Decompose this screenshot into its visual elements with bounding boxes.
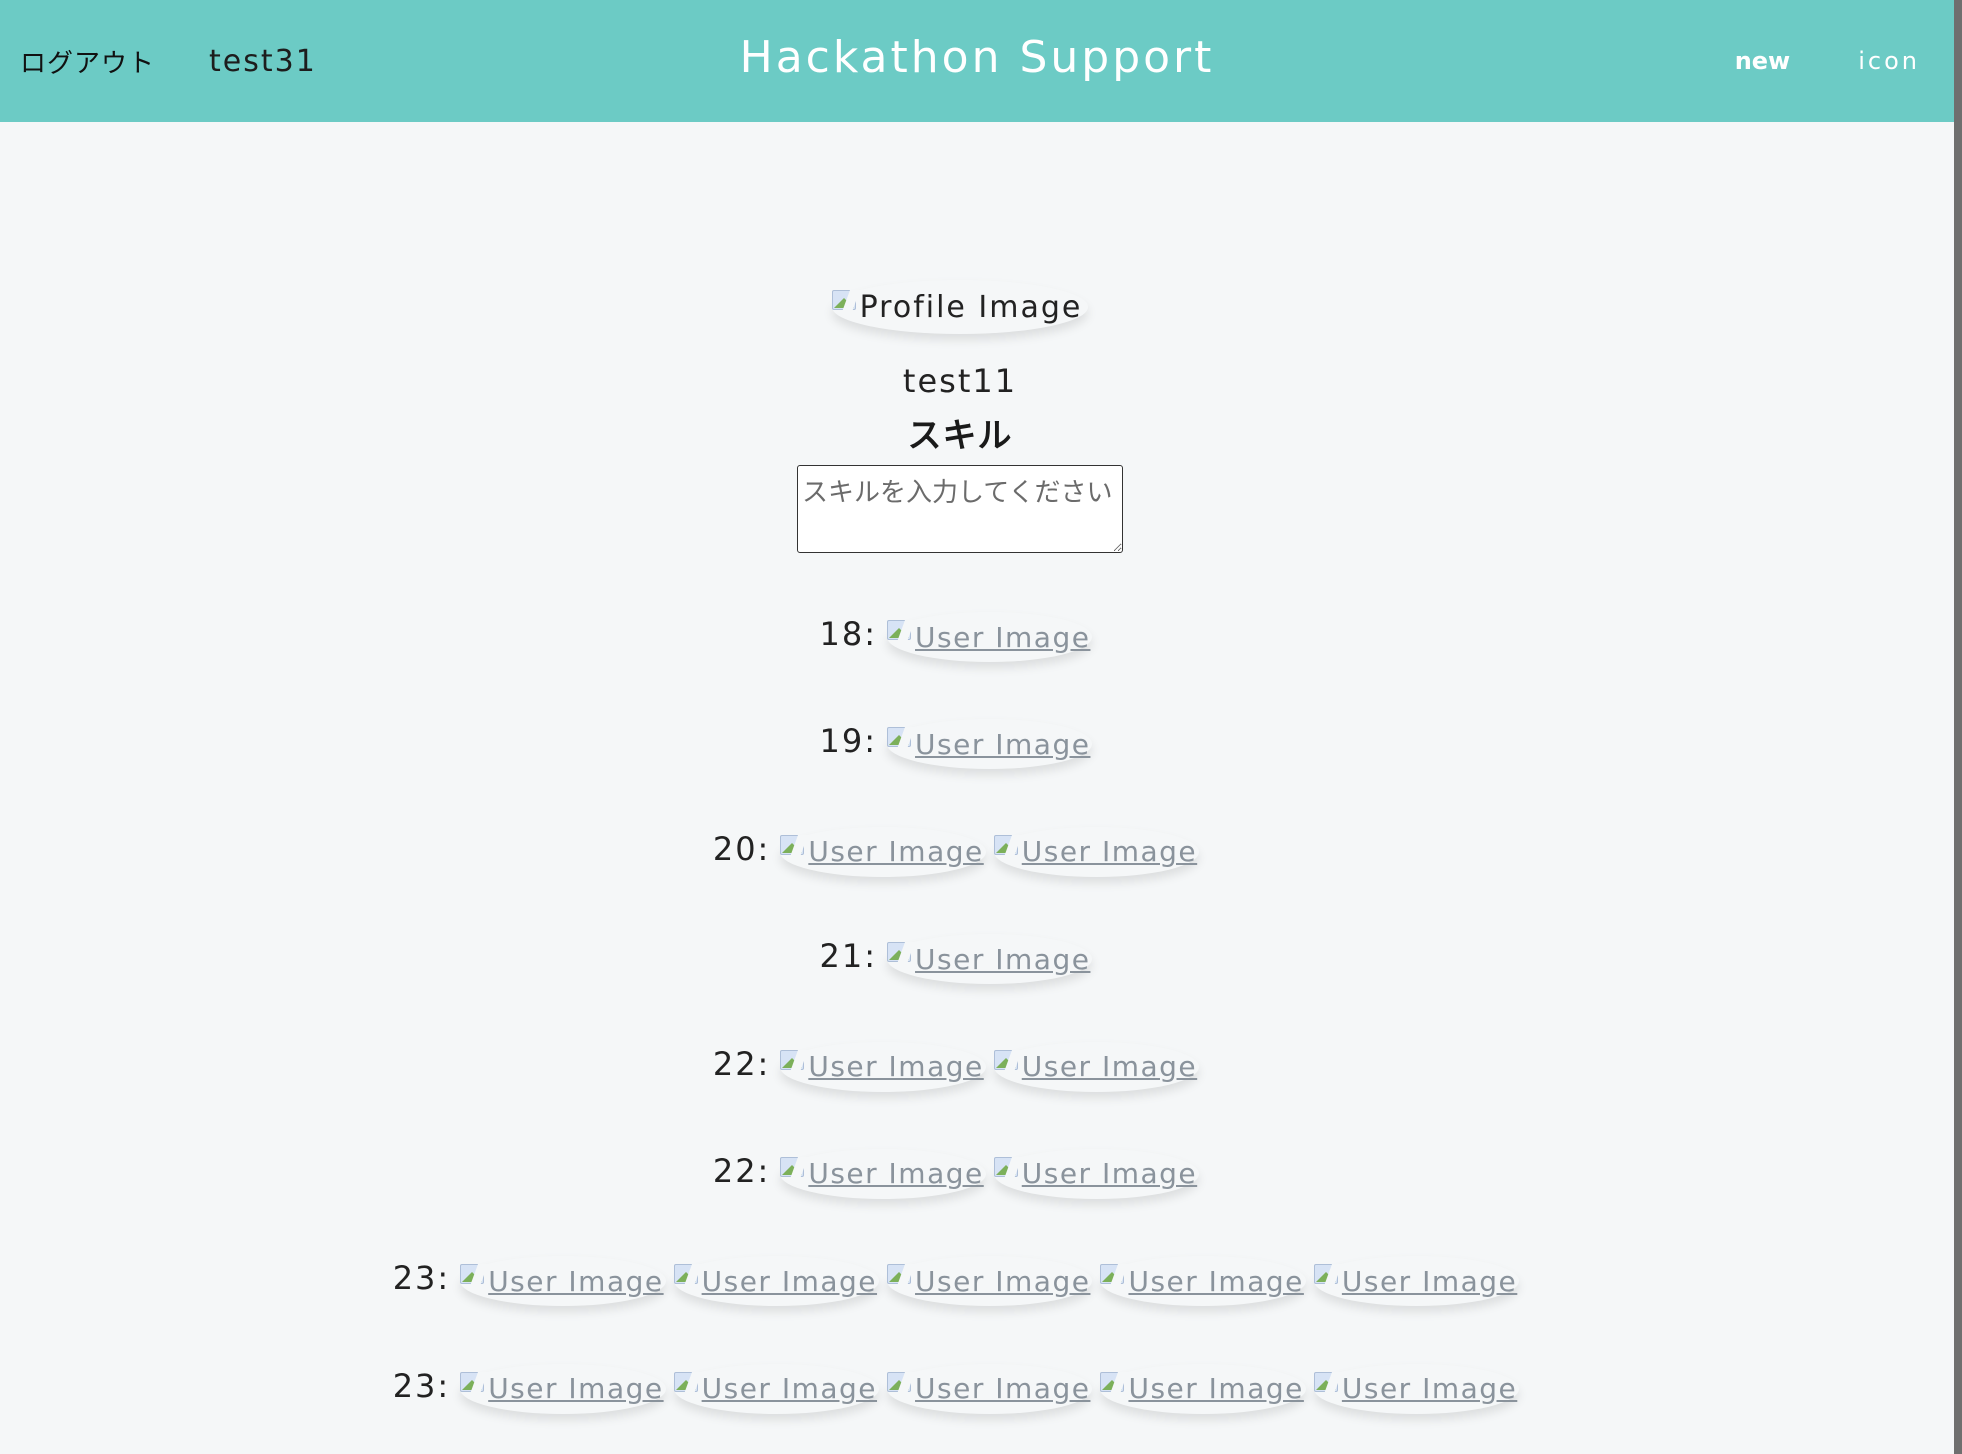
- broken-image-icon: [887, 1264, 916, 1287]
- user-image-link[interactable]: User Image: [887, 1364, 1092, 1414]
- broken-image-icon: [1100, 1371, 1129, 1394]
- user-image-alt-text: User Image: [808, 1157, 984, 1191]
- logout-link[interactable]: ログアウト: [20, 43, 155, 80]
- user-image-alt-text: User Image: [701, 1372, 878, 1406]
- broken-image-icon: [780, 1049, 809, 1072]
- broken-image-icon: [1100, 1264, 1129, 1287]
- broken-image-icon: [887, 620, 916, 642]
- skill-input[interactable]: [797, 465, 1123, 553]
- user-image-link[interactable]: User Image: [993, 1149, 1199, 1199]
- day-row: 21: User Image: [0, 926, 1920, 1033]
- user-image-link[interactable]: User Image: [993, 1042, 1199, 1092]
- day-label: 18:: [819, 615, 878, 653]
- day-label: 23:: [392, 1259, 451, 1298]
- user-image-link[interactable]: User Image: [887, 612, 1092, 662]
- current-username: test31: [209, 43, 317, 79]
- top-nav-bar: ログアウト test31 Hackathon Support new icon: [0, 0, 1954, 122]
- day-label: 23:: [392, 1366, 451, 1405]
- profile-section: Profile Image test11 スキル: [0, 280, 1920, 553]
- broken-image-icon: [673, 1371, 702, 1394]
- broken-image-icon: [1313, 1264, 1342, 1287]
- user-image-link[interactable]: User Image: [673, 1256, 879, 1306]
- user-image-link[interactable]: User Image: [460, 1256, 665, 1306]
- user-image-alt-text: User Image: [1128, 1372, 1304, 1406]
- header-right-group: new icon: [1735, 0, 1920, 122]
- broken-image-icon: [673, 1264, 702, 1287]
- user-image-alt-text: User Image: [915, 620, 1091, 654]
- broken-image-icon: [831, 290, 860, 312]
- user-image-link[interactable]: User Image: [1313, 1364, 1519, 1414]
- day-row: 23: User Image User Image User Image User Im…: [0, 1356, 1920, 1454]
- user-image-link[interactable]: User Image: [780, 827, 985, 877]
- page: ログアウト test31 Hackathon Support new icon …: [0, 0, 1962, 1454]
- nav-new-link[interactable]: new: [1735, 47, 1791, 75]
- broken-image-icon: [993, 1156, 1022, 1179]
- day-row: 22: User Image User Image: [0, 1034, 1920, 1141]
- user-image-link[interactable]: User Image: [1100, 1364, 1305, 1414]
- broken-image-icon: [1313, 1371, 1342, 1394]
- day-label: 20:: [712, 829, 771, 868]
- broken-image-icon: [887, 727, 916, 750]
- user-image-alt-text: User Image: [1021, 1050, 1198, 1084]
- day-row: 22: User Image User Image: [0, 1141, 1920, 1248]
- broken-image-icon: [993, 1049, 1022, 1072]
- user-image-alt-text: User Image: [701, 1264, 878, 1298]
- header-left-group: ログアウト test31: [20, 0, 317, 122]
- broken-image-icon: [460, 1371, 489, 1394]
- user-image-link[interactable]: User Image: [993, 827, 1199, 877]
- broken-image-icon: [460, 1264, 489, 1287]
- day-row: 19: User Image: [0, 711, 1920, 818]
- window-edge: [1954, 0, 1962, 1454]
- skill-heading: スキル: [907, 416, 1013, 456]
- day-label: 22:: [712, 1044, 771, 1083]
- user-image-alt-text: User Image: [488, 1372, 664, 1406]
- user-image-alt-text: User Image: [915, 1372, 1091, 1406]
- broken-image-icon: [993, 834, 1022, 857]
- profile-name: test11: [902, 362, 1018, 400]
- day-row: 23: User Image User Image User Image User Im…: [0, 1248, 1920, 1355]
- user-image-link[interactable]: User Image: [460, 1364, 665, 1414]
- user-image-link[interactable]: User Image: [780, 1042, 985, 1092]
- profile-image-alt-text: Profile Image: [859, 289, 1083, 325]
- user-image-link[interactable]: User Image: [887, 1256, 1092, 1306]
- user-image-alt-text: User Image: [488, 1264, 664, 1298]
- user-image-link[interactable]: User Image: [887, 719, 1092, 769]
- user-image-link[interactable]: User Image: [1313, 1256, 1519, 1306]
- user-image-link[interactable]: User Image: [780, 1149, 985, 1199]
- user-image-alt-text: User Image: [915, 942, 1091, 976]
- user-image-alt-text: User Image: [808, 1050, 984, 1084]
- user-image-alt-text: User Image: [1341, 1264, 1518, 1298]
- user-image-alt-text: User Image: [808, 835, 984, 869]
- broken-image-icon: [780, 834, 809, 857]
- day-label: 22:: [712, 1151, 771, 1190]
- nav-icon-link[interactable]: icon: [1858, 47, 1920, 75]
- profile-image: Profile Image: [831, 280, 1089, 334]
- user-image-alt-text: User Image: [1128, 1264, 1304, 1298]
- day-row: 20: User Image User Image: [0, 819, 1920, 926]
- user-image-link[interactable]: User Image: [1100, 1256, 1305, 1306]
- day-list: 18: User Image 19: User Image 20: User Image U…: [0, 604, 1920, 1454]
- broken-image-icon: [780, 1156, 809, 1179]
- user-image-alt-text: User Image: [1021, 835, 1198, 869]
- day-label: 19:: [819, 722, 878, 761]
- user-image-link[interactable]: User Image: [673, 1364, 879, 1414]
- user-image-alt-text: User Image: [915, 727, 1091, 761]
- user-image-link[interactable]: User Image: [887, 934, 1092, 984]
- broken-image-icon: [887, 942, 916, 965]
- user-image-alt-text: User Image: [1341, 1372, 1518, 1406]
- user-image-alt-text: User Image: [1021, 1157, 1198, 1191]
- day-row: 18: User Image: [0, 604, 1920, 711]
- broken-image-icon: [887, 1371, 916, 1394]
- user-image-alt-text: User Image: [915, 1264, 1091, 1298]
- day-label: 21:: [819, 937, 878, 976]
